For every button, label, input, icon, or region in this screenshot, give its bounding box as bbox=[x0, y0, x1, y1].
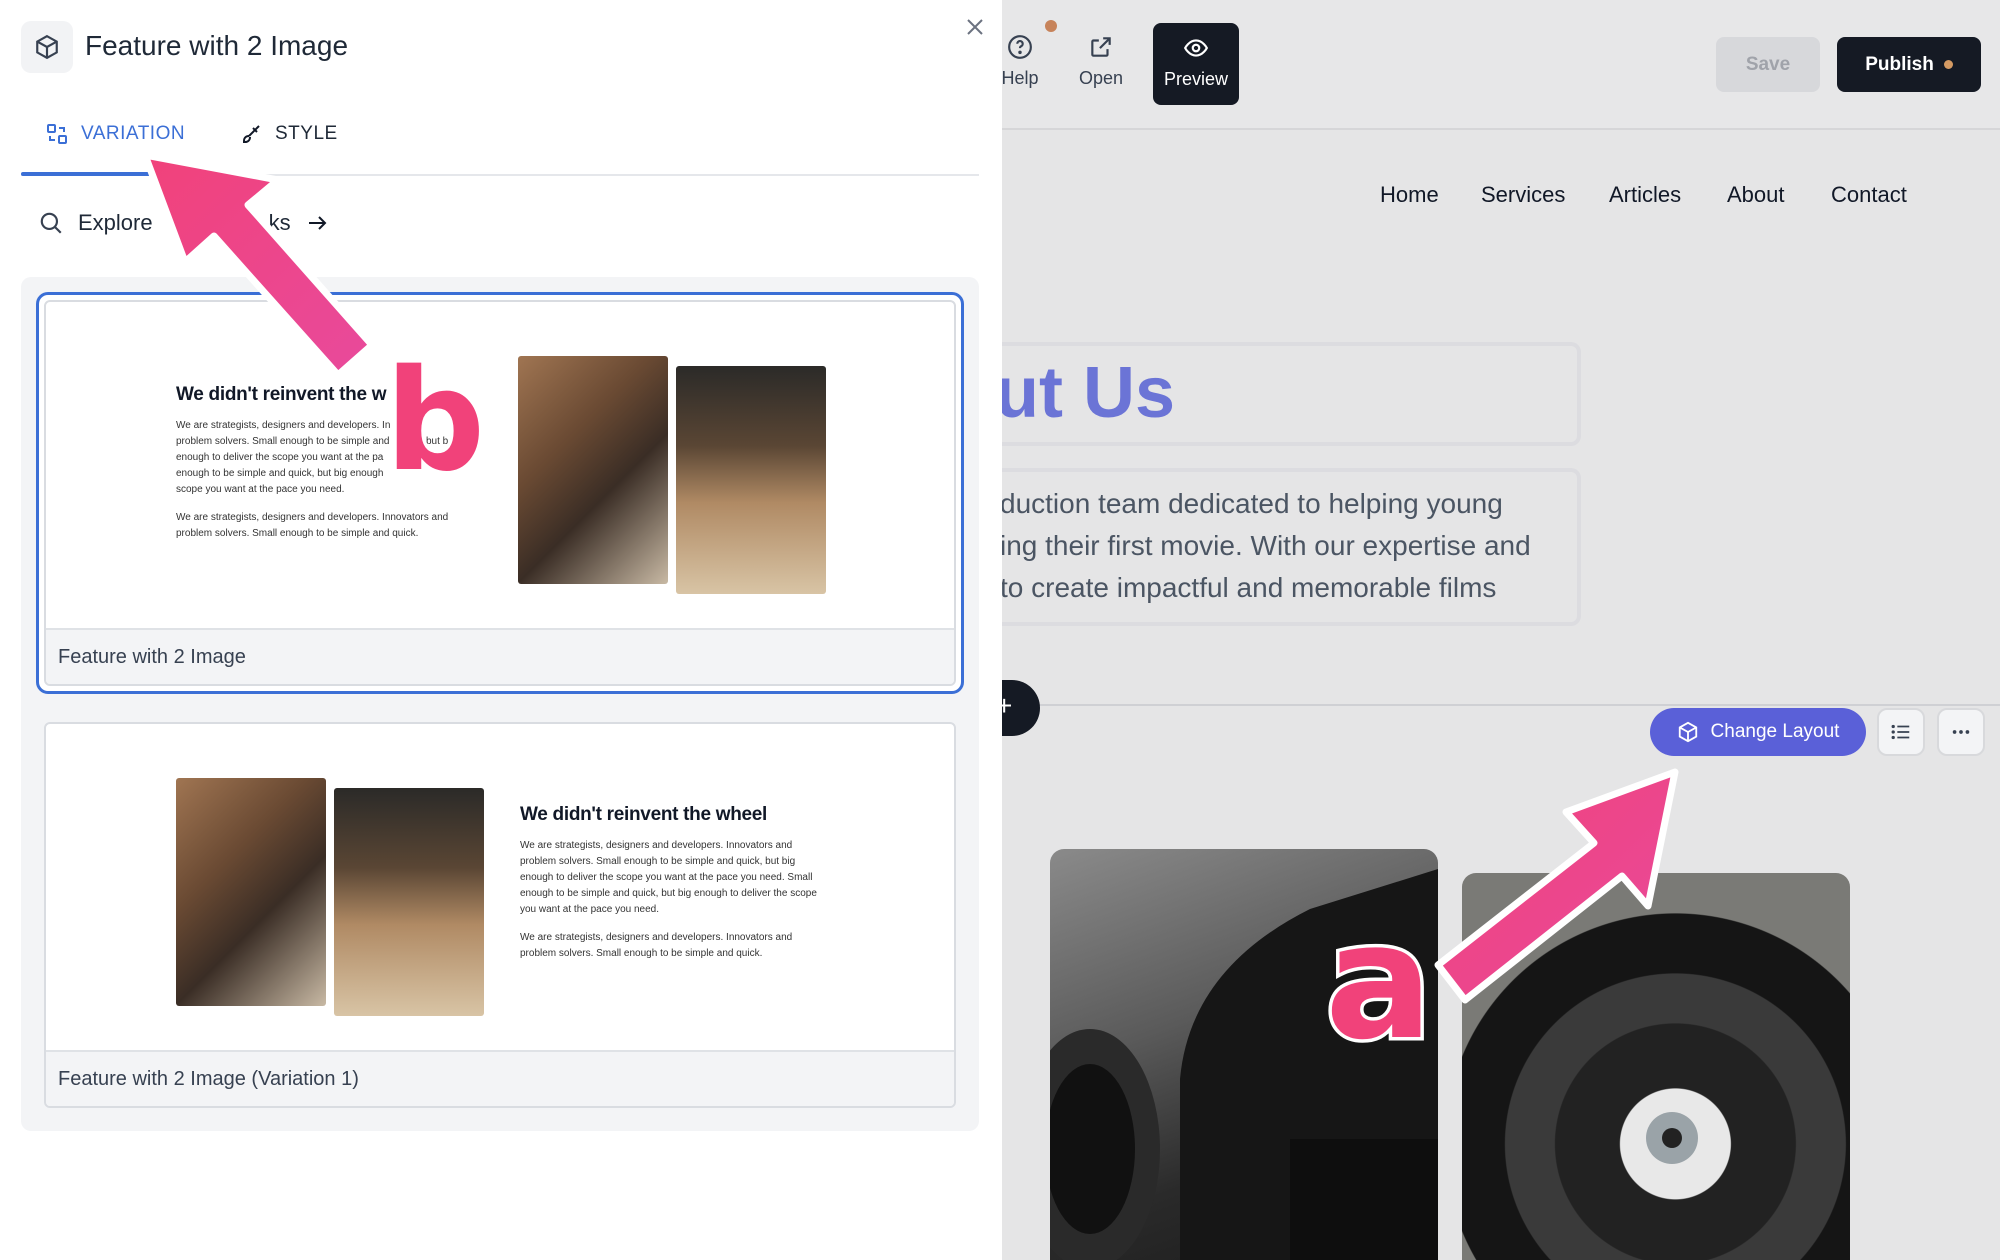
preview-paragraph-2: We are strategists, designers and develo… bbox=[176, 512, 449, 539]
tab-style-label: STYLE bbox=[275, 123, 338, 144]
panel-icon-box bbox=[21, 21, 73, 73]
publish-button[interactable]: Publish bbox=[1837, 37, 1981, 92]
active-tab-indicator bbox=[21, 172, 175, 176]
help-label: Help bbox=[1001, 68, 1039, 88]
card-label: Feature with 2 Image bbox=[46, 628, 954, 684]
nav-home[interactable]: Home bbox=[1380, 182, 1439, 208]
preview-heading: We didn't reinvent the w el bbox=[176, 384, 416, 405]
hero-text-line-1: duction team dedicated to helping young bbox=[1000, 488, 1503, 519]
nav-contact[interactable]: Contact bbox=[1831, 182, 1907, 208]
tab-variation-label: VARIATION bbox=[81, 123, 186, 144]
help-icon bbox=[1008, 35, 1032, 59]
change-layout-label: Change Layout bbox=[1710, 721, 1840, 742]
unpublished-dot bbox=[1943, 60, 1953, 69]
film-reel-illustration bbox=[1646, 1112, 1698, 1164]
close-button[interactable] bbox=[958, 10, 992, 44]
more-horizontal-icon bbox=[1952, 730, 1970, 734]
nav-articles[interactable]: Articles bbox=[1609, 182, 1681, 208]
preview-image-office-1 bbox=[176, 778, 326, 1006]
eye-icon bbox=[1183, 39, 1209, 57]
panel-tabs: VARIATION STYLE bbox=[21, 108, 979, 176]
preview-label: Preview bbox=[1163, 69, 1229, 89]
tab-style[interactable]: STYLE bbox=[239, 122, 338, 146]
save-label: Save bbox=[1745, 53, 1791, 75]
tab-variation[interactable]: VARIATION bbox=[45, 122, 185, 146]
annotation-label-a: a bbox=[1322, 888, 1437, 1075]
more-options-button[interactable] bbox=[1937, 708, 1985, 756]
publish-label: Publish bbox=[1865, 53, 1934, 75]
preview-heading: We didn't reinvent the wheel bbox=[520, 804, 768, 825]
section-divider bbox=[985, 704, 2000, 706]
arrow-right-icon bbox=[308, 216, 327, 230]
layout-panel: Feature with 2 Image VARIATION STYLE Exp… bbox=[0, 0, 1002, 1260]
explore-blocks-link[interactable]: Explore ks bbox=[38, 210, 329, 236]
brush-icon bbox=[243, 125, 260, 143]
card-label: Feature with 2 Image (Variation 1) bbox=[46, 1050, 954, 1106]
search-icon bbox=[40, 212, 62, 234]
external-link-icon bbox=[1091, 37, 1111, 57]
list-icon bbox=[1891, 724, 1910, 740]
swap-icon bbox=[47, 124, 67, 144]
preview-image-office-2 bbox=[676, 366, 826, 594]
open-label: Open bbox=[1078, 68, 1124, 88]
hero-title: ut Us bbox=[995, 353, 1175, 433]
close-icon bbox=[967, 19, 983, 35]
preview-image-office-1 bbox=[518, 356, 668, 584]
explore-label: Explore bbox=[78, 210, 153, 235]
nav-about[interactable]: About bbox=[1727, 182, 1785, 208]
variation-card-2[interactable]: We didn't reinvent the wheel We are stra… bbox=[44, 722, 956, 1108]
hero-text-line-2: ing their first movie. With our expertis… bbox=[1000, 530, 1531, 561]
cube-icon bbox=[36, 34, 58, 60]
save-button[interactable]: Save bbox=[1716, 37, 1820, 92]
notification-dot bbox=[1045, 20, 1057, 32]
preview-paragraph-1: We are strategists, designers and develo… bbox=[520, 840, 817, 915]
nav-services[interactable]: Services bbox=[1481, 182, 1565, 208]
open-button[interactable]: Open bbox=[1059, 30, 1143, 100]
preview-button[interactable]: Preview bbox=[1153, 23, 1239, 105]
explore-label-tail: ks bbox=[268, 210, 291, 235]
preview-paragraph-1: We are strategists, designers and develo… bbox=[176, 420, 391, 495]
film-reel-photo bbox=[1462, 873, 1850, 1260]
panel-title: Feature with 2 Image bbox=[85, 30, 349, 61]
preview-paragraph-2: We are strategists, designers and develo… bbox=[520, 932, 793, 959]
cube-icon bbox=[1678, 721, 1697, 743]
change-layout-button[interactable]: Change Layout bbox=[1650, 708, 1866, 756]
list-button[interactable] bbox=[1877, 708, 1925, 756]
annotation-label-b: b bbox=[381, 340, 488, 503]
preview-image-office-2 bbox=[334, 788, 484, 1016]
variation-card-1[interactable]: We didn't reinvent the w el We are strate… bbox=[44, 300, 956, 686]
hero-text-line-3: to create impactful and memorable films bbox=[1000, 572, 1497, 603]
